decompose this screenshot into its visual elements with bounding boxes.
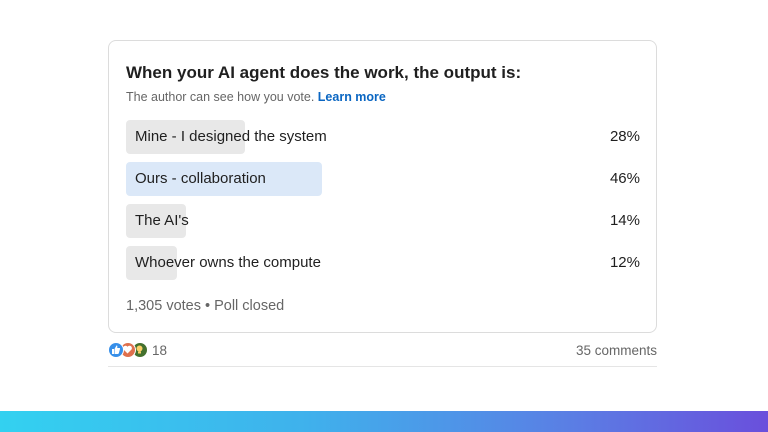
poll-option-percent: 28% — [609, 128, 640, 145]
reaction-count[interactable]: 18 — [152, 343, 167, 358]
reactions-button[interactable] — [108, 342, 150, 360]
privacy-text: The author can see how you vote. — [126, 90, 315, 104]
poll-privacy-note: The author can see how you vote. Learn m… — [126, 90, 386, 104]
poll-option-ours[interactable]: Ours - collaboration 46% — [126, 162, 640, 196]
comments-link[interactable]: 35 comments — [576, 343, 657, 358]
poll-option-compute[interactable]: Whoever owns the compute 12% — [126, 246, 640, 280]
social-bar: 18 35 comments — [108, 339, 657, 367]
poll-option-the-ais[interactable]: The AI's 14% — [126, 204, 640, 238]
like-icon — [108, 342, 124, 358]
poll-option-label: Mine - I designed the system — [135, 128, 327, 145]
learn-more-link[interactable]: Learn more — [318, 90, 386, 104]
poll-status: 1,305 votes • Poll closed — [126, 298, 285, 314]
poll-option-label: The AI's — [135, 212, 189, 229]
poll-option-percent: 12% — [609, 254, 640, 271]
decorative-gradient-bar — [0, 411, 768, 432]
poll-option-label: Ours - collaboration — [135, 170, 266, 187]
poll-option-percent: 46% — [609, 170, 640, 187]
poll-card: When your AI agent does the work, the ou… — [108, 40, 657, 333]
poll-option-mine[interactable]: Mine - I designed the system 28% — [126, 120, 640, 154]
poll-option-percent: 14% — [609, 212, 640, 229]
poll-option-label: Whoever owns the compute — [135, 254, 321, 271]
poll-question: When your AI agent does the work, the ou… — [126, 63, 522, 82]
